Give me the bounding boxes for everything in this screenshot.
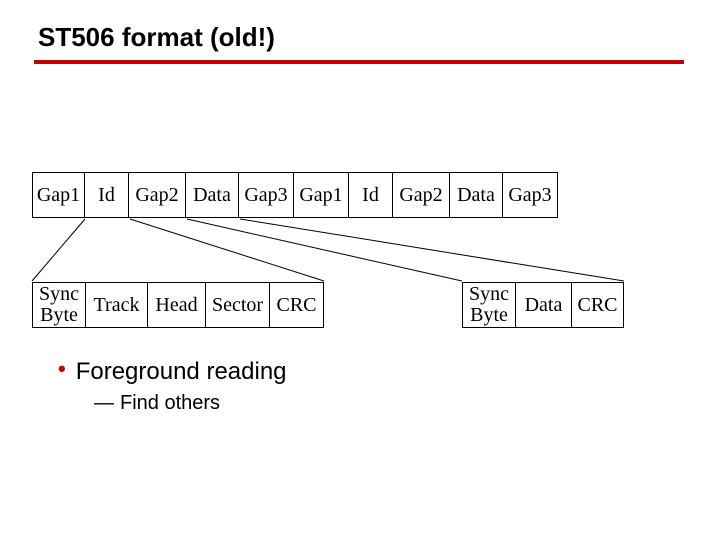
data-detail-cell-2: CRC <box>572 282 624 328</box>
bullet-foreground-reading: •Foreground reading <box>58 358 287 386</box>
data-detail-cell-1: Data <box>516 282 572 328</box>
data-detail-cell-0: Sync Byte <box>462 282 516 328</box>
track-cell-4: Gap3 <box>239 172 294 218</box>
track-cell-1: Id <box>85 172 129 218</box>
id-detail-cell-1: Track <box>86 282 148 328</box>
track-cell-7: Gap2 <box>393 172 450 218</box>
bullet-dash-icon: — <box>94 392 114 414</box>
title-underline <box>34 60 684 64</box>
track-cell-5: Gap1 <box>294 172 349 218</box>
id-detail-cell-0: Sync Byte <box>32 282 86 328</box>
slide-title: ST506 format (old!) <box>38 22 275 53</box>
track-cell-9: Gap3 <box>503 172 558 218</box>
bullet-find-others: —Find others <box>94 392 287 415</box>
connectors <box>0 0 720 540</box>
data-detail-row: Sync ByteDataCRC <box>462 282 624 328</box>
id-detail-cell-2: Head <box>148 282 206 328</box>
track-cell-0: Gap1 <box>32 172 85 218</box>
track-row: Gap1IdGap2DataGap3Gap1IdGap2DataGap3 <box>32 172 558 218</box>
id-detail-row: Sync ByteTrackHeadSectorCRC <box>32 282 324 328</box>
bullet-dot-icon: • <box>58 356 66 381</box>
bullets: •Foreground reading —Find others <box>58 358 287 415</box>
slide: ST506 format (old!) Gap1IdGap2DataGap3Ga… <box>0 0 720 540</box>
track-cell-8: Data <box>450 172 503 218</box>
id-detail-cell-4: CRC <box>270 282 324 328</box>
track-cell-6: Id <box>349 172 393 218</box>
id-detail-cell-3: Sector <box>206 282 270 328</box>
track-cell-3: Data <box>186 172 239 218</box>
track-cell-2: Gap2 <box>129 172 186 218</box>
